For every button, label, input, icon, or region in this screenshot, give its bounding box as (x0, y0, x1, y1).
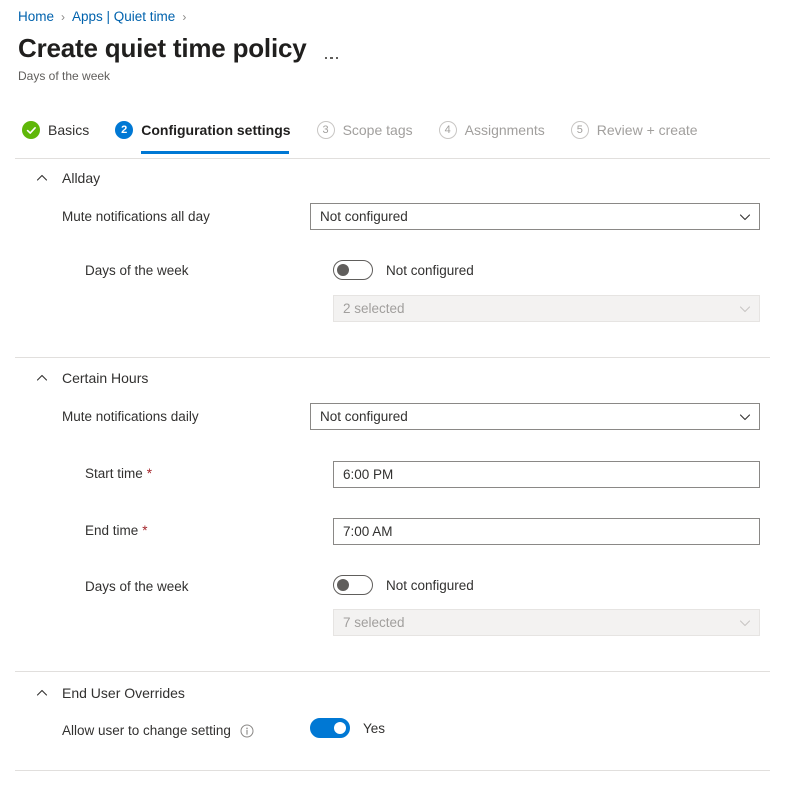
step-number-badge: 5 (571, 121, 589, 139)
dropdown-certain-hours-days-selected: 7 selected (333, 609, 760, 636)
dropdown-value: 2 selected (343, 301, 733, 316)
tab-scope-tags[interactable]: 3 Scope tags (317, 114, 413, 146)
required-indicator: * (142, 522, 147, 540)
toggle-allday-days-of-the-week[interactable] (333, 260, 373, 280)
section-title-end-user-overrides: End User Overrides (62, 685, 185, 701)
tab-basics[interactable]: Basics (22, 114, 89, 146)
breadcrumb-separator-icon: › (182, 8, 186, 26)
dropdown-mute-notifications-all-day[interactable]: Not configured (310, 203, 760, 230)
chevron-down-icon (739, 303, 751, 315)
label-allday-days-of-the-week: Days of the week (85, 262, 189, 280)
tab-configuration-settings[interactable]: 2 Configuration settings (115, 114, 290, 146)
tab-label-review-create: Review + create (597, 122, 698, 138)
divider-allday-certain-hours (15, 357, 770, 358)
toggle-state-label: Yes (363, 721, 385, 736)
dropdown-value: Not configured (320, 409, 733, 424)
dropdown-allday-days-selected: 2 selected (333, 295, 760, 322)
label-allow-user-to-change-setting: Allow user to change setting (62, 722, 254, 740)
info-icon[interactable] (240, 724, 254, 738)
section-title-certain-hours: Certain Hours (62, 370, 148, 386)
divider-certain-hours-end-user-overrides (15, 671, 770, 672)
step-number-badge: 4 (439, 121, 457, 139)
input-start-time[interactable]: 6:00 PM (333, 461, 760, 488)
step-number-badge: 3 (317, 121, 335, 139)
required-indicator: * (147, 465, 152, 483)
ellipsis-icon (336, 57, 339, 60)
input-value: 6:00 PM (343, 467, 751, 482)
step-complete-icon (22, 121, 40, 139)
label-end-time: End time * (85, 522, 148, 540)
chevron-up-icon (36, 687, 48, 699)
toggle-knob (334, 722, 346, 734)
breadcrumb-separator-icon: › (61, 8, 65, 26)
divider-under-tabs (15, 158, 770, 159)
title-row: Create quiet time policy (18, 32, 341, 64)
ellipsis-icon (325, 57, 328, 60)
input-value: 7:00 AM (343, 524, 751, 539)
dropdown-value: Not configured (320, 209, 733, 224)
toggle-certain-hours-days-of-the-week[interactable] (333, 575, 373, 595)
active-tab-underline (141, 151, 289, 154)
dropdown-mute-notifications-daily[interactable]: Not configured (310, 403, 760, 430)
step-number-badge: 2 (115, 121, 133, 139)
more-options-button[interactable] (325, 33, 342, 63)
label-certain-hours-days-of-the-week: Days of the week (85, 578, 189, 596)
chevron-down-icon (739, 211, 751, 223)
section-title-allday: Allday (62, 170, 100, 186)
toggle-row-allow-user-to-change-setting: Yes (310, 718, 385, 738)
page-title: Create quiet time policy (18, 32, 307, 64)
section-header-allday[interactable]: Allday (36, 168, 100, 188)
tab-label-configuration-settings: Configuration settings (141, 122, 290, 138)
toggle-knob (337, 579, 349, 591)
label-mute-notifications-daily: Mute notifications daily (62, 408, 199, 426)
toggle-row-certain-hours-days-of-the-week: Not configured (333, 575, 474, 595)
ellipsis-icon (330, 57, 333, 60)
dropdown-value: 7 selected (343, 615, 733, 630)
page-subtitle: Days of the week (18, 68, 110, 84)
tab-label-scope-tags: Scope tags (343, 122, 413, 138)
toggle-row-allday-days-of-the-week: Not configured (333, 260, 474, 280)
wizard-steps: Basics 2 Configuration settings 3 Scope … (22, 114, 724, 158)
label-mute-notifications-all-day: Mute notifications all day (62, 208, 210, 226)
chevron-down-icon (739, 617, 751, 629)
tab-label-assignments: Assignments (465, 122, 545, 138)
label-start-time: Start time * (85, 465, 152, 483)
tab-assignments[interactable]: 4 Assignments (439, 114, 545, 146)
toggle-allow-user-to-change-setting[interactable] (310, 718, 350, 738)
input-end-time[interactable]: 7:00 AM (333, 518, 760, 545)
toggle-state-label: Not configured (386, 263, 474, 278)
section-header-end-user-overrides[interactable]: End User Overrides (36, 683, 185, 703)
breadcrumb-item-home[interactable]: Home (18, 8, 54, 26)
divider-bottom (15, 770, 770, 771)
section-header-certain-hours[interactable]: Certain Hours (36, 368, 148, 388)
breadcrumb-item-apps-quiet-time[interactable]: Apps | Quiet time (72, 8, 175, 26)
breadcrumb: Home › Apps | Quiet time › (18, 8, 193, 26)
chevron-up-icon (36, 172, 48, 184)
tab-review-create[interactable]: 5 Review + create (571, 114, 698, 146)
toggle-state-label: Not configured (386, 578, 474, 593)
chevron-down-icon (739, 411, 751, 423)
toggle-knob (337, 264, 349, 276)
chevron-up-icon (36, 372, 48, 384)
tab-label-basics: Basics (48, 122, 89, 138)
